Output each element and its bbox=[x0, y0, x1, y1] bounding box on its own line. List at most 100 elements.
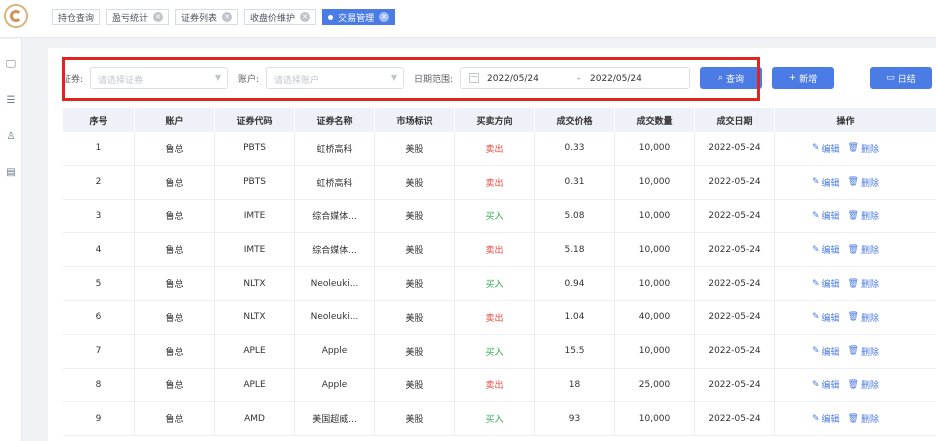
column-header: 成交日期 bbox=[695, 108, 775, 132]
delete-link[interactable]: 🗑 删除 bbox=[848, 345, 879, 358]
trash-icon: 🗑 bbox=[847, 244, 859, 255]
edit-link[interactable]: ✎ 编辑 bbox=[811, 243, 840, 257]
cell-side: 买入 bbox=[455, 402, 535, 436]
cell-actions: ✎ 编辑 🗑 删除 bbox=[775, 267, 916, 300]
top-bar: 持仓查询 盈亏统计 ✕ 证券列表 ✕ 收盘价维护 ✕ 交易管理 ✕ bbox=[0, 0, 936, 38]
close-icon[interactable]: ✕ bbox=[222, 12, 233, 22]
delete-link[interactable]: 🗑 删除 bbox=[848, 277, 879, 291]
cell-qty: 10,000 bbox=[615, 199, 695, 233]
cell-side: 卖出 bbox=[455, 132, 535, 165]
tab-trades[interactable]: 交易管理 ✕ bbox=[322, 9, 396, 25]
cell-price: 1.04 bbox=[535, 300, 615, 334]
edit-link[interactable]: ✎ 编辑 bbox=[811, 378, 840, 392]
table-row: 9 鲁总 AMD 美国超威... 美股 买入 93 10,000 2022-05-24 ✎ 编辑 🗑 删… bbox=[63, 402, 936, 437]
cell-qty: 25,000 bbox=[615, 368, 695, 402]
tab-holdings[interactable]: 持仓查询 bbox=[52, 9, 101, 25]
user-icon[interactable]: ♙ bbox=[5, 131, 17, 143]
edit-link[interactable]: ✎ 编辑 bbox=[812, 277, 840, 291]
cell-code: IMTE bbox=[215, 199, 295, 233]
add-button[interactable]: + 新增 bbox=[772, 67, 834, 89]
edit-icon: ✎ bbox=[811, 346, 820, 357]
cell-actions: ✎ 编辑 🗑 删除 bbox=[775, 301, 916, 334]
edit-label: 编辑 bbox=[821, 144, 840, 155]
cell-date: 2022-05-24 bbox=[695, 199, 775, 233]
table-row: 8 鲁总 APLE Apple 美股 卖出 18 25,000 2022-05-24 ✎ 编辑 🗑 删除 bbox=[63, 368, 936, 403]
cell-no: 1 bbox=[63, 132, 135, 165]
table-row: 3 鲁总 IMTE 综合媒体... 美股 买入 5.08 10,000 2022-05-24 ✎ 编… bbox=[63, 199, 936, 234]
tab-profit-loss[interactable]: 盈亏统计 ✕ bbox=[106, 9, 170, 25]
delete-link[interactable]: 🗑 删除 bbox=[848, 311, 879, 324]
cell-side: 买入 bbox=[455, 267, 535, 300]
cell-name: 综合媒体... bbox=[295, 199, 375, 233]
edit-icon: ✎ bbox=[811, 379, 820, 390]
cell-name: 虹桥高科 bbox=[295, 165, 375, 199]
main-content: 证券: 请选择证券 ▼ 账户: 请选择账户 ▼ 日期范围: 2022/05/24… bbox=[48, 48, 936, 441]
delete-link[interactable]: 🗑 删除 bbox=[847, 243, 879, 257]
cell-code: NLTX bbox=[215, 300, 295, 334]
cell-code: APLE bbox=[215, 368, 295, 402]
close-icon[interactable]: ✕ bbox=[379, 12, 390, 22]
table-header: 序号 账户 证券代码 证券名称 市场标识 买卖方向 成交价格 成交数量 成交日期… bbox=[63, 108, 936, 132]
tab-label: 持仓查询 bbox=[58, 13, 95, 24]
delete-label: 删除 bbox=[860, 280, 879, 291]
cell-code: AMD bbox=[215, 402, 295, 436]
delete-label: 删除 bbox=[860, 313, 879, 324]
delete-label: 删除 bbox=[860, 347, 879, 358]
edit-icon: ✎ bbox=[811, 244, 820, 255]
delete-link[interactable]: 🗑 删除 bbox=[847, 209, 879, 223]
column-header: 证券名称 bbox=[295, 108, 375, 132]
edit-link[interactable]: ✎ 编辑 bbox=[812, 209, 840, 223]
cell-market: 美股 bbox=[375, 165, 455, 199]
logo-mark bbox=[10, 10, 22, 22]
cell-name: Neoleuki... bbox=[295, 267, 375, 300]
cell-date: 2022-05-24 bbox=[695, 165, 775, 199]
cell-date: 2022-05-24 bbox=[695, 402, 775, 436]
plus-icon: + bbox=[788, 73, 797, 83]
trash-icon: 🗑 bbox=[847, 312, 859, 323]
edit-link[interactable]: ✎ 编辑 bbox=[812, 176, 840, 189]
close-icon[interactable]: ✕ bbox=[153, 12, 164, 22]
delete-link[interactable]: 🗑 删除 bbox=[848, 378, 879, 392]
delete-label: 删除 bbox=[860, 212, 879, 223]
column-header: 序号 bbox=[63, 108, 135, 132]
tab-securities[interactable]: 证券列表 ✕ bbox=[175, 9, 239, 25]
column-header: 证券代码 bbox=[215, 108, 295, 132]
highlight-box bbox=[62, 57, 760, 101]
delete-link[interactable]: 🗑 删除 bbox=[848, 412, 879, 426]
daily-settle-button[interactable]: ▭ 日结 bbox=[870, 67, 932, 89]
edit-link[interactable]: ✎ 编辑 bbox=[812, 345, 840, 358]
column-header: 市场标识 bbox=[375, 108, 455, 132]
cell-account: 鲁总 bbox=[135, 402, 215, 436]
cell-qty: 40,000 bbox=[615, 300, 695, 334]
table-row: 7 鲁总 APLE Apple 美股 买入 15.5 10,000 2022-05-24 ✎ 编辑 🗑… bbox=[63, 334, 936, 369]
tab-bar: 持仓查询 盈亏统计 ✕ 证券列表 ✕ 收盘价维护 ✕ 交易管理 ✕ bbox=[52, 9, 396, 25]
list-icon[interactable]: ☰ bbox=[5, 95, 17, 107]
column-header: 账户 bbox=[135, 108, 215, 132]
cell-actions: ✎ 编辑 🗑 删除 bbox=[775, 132, 916, 165]
edit-link[interactable]: ✎ 编辑 bbox=[812, 142, 840, 155]
trash-icon: 🗑 bbox=[847, 143, 859, 154]
cell-name: 虹桥高科 bbox=[295, 132, 375, 165]
edit-icon: ✎ bbox=[811, 177, 820, 188]
column-header: 成交数量 bbox=[615, 108, 695, 132]
document-icon[interactable]: ▤ bbox=[5, 167, 17, 179]
close-icon[interactable]: ✕ bbox=[300, 12, 311, 22]
cell-name: Apple bbox=[295, 334, 375, 368]
trash-icon: 🗑 bbox=[847, 210, 859, 221]
edit-label: 编辑 bbox=[821, 381, 840, 392]
cell-code: NLTX bbox=[215, 267, 295, 300]
edit-link[interactable]: ✎ 编辑 bbox=[812, 412, 840, 426]
cell-no: 6 bbox=[63, 300, 135, 334]
delete-link[interactable]: 🗑 删除 bbox=[848, 176, 879, 189]
delete-link[interactable]: 🗑 删除 bbox=[848, 142, 879, 155]
monitor-icon[interactable]: 🖵 bbox=[5, 59, 17, 71]
cell-name: Apple bbox=[295, 368, 375, 402]
cell-no: 4 bbox=[63, 233, 135, 267]
cell-no: 7 bbox=[63, 334, 135, 368]
app-logo[interactable] bbox=[4, 4, 28, 28]
tab-closing-price[interactable]: 收盘价维护 ✕ bbox=[244, 9, 317, 25]
edit-link[interactable]: ✎ 编辑 bbox=[812, 311, 840, 324]
cell-actions: ✎ 编辑 🗑 删除 bbox=[775, 200, 916, 233]
cell-market: 美股 bbox=[375, 199, 455, 233]
cell-account: 鲁总 bbox=[135, 165, 215, 199]
